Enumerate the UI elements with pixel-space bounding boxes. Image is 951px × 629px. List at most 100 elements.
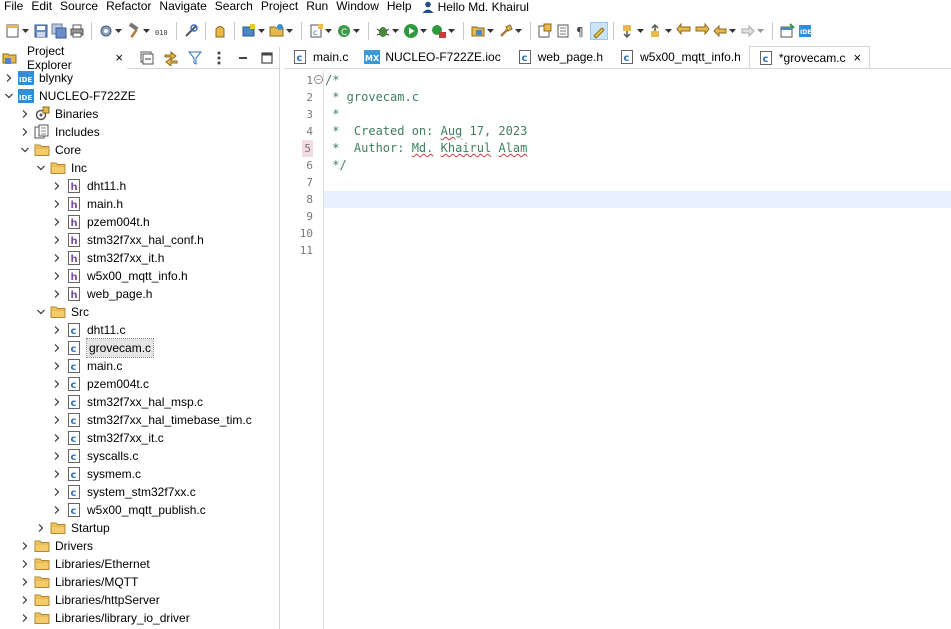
forward-edit-location-icon[interactable]: [694, 22, 710, 39]
menu-file[interactable]: File: [0, 0, 27, 13]
build-config-dropdown-icon[interactable]: [115, 23, 122, 39]
debug-icon[interactable]: [375, 23, 391, 39]
chevron-right-icon[interactable]: [20, 577, 30, 587]
open-perspective-icon[interactable]: [779, 22, 795, 39]
menu-refactor[interactable]: Refactor: [102, 0, 155, 13]
editor-tab[interactable]: c *grovecam.c ×: [748, 46, 871, 68]
new-project-dropdown-icon[interactable]: [258, 23, 265, 39]
external-tools-icon[interactable]: [431, 23, 447, 39]
chevron-right-icon[interactable]: [4, 73, 14, 83]
close-icon[interactable]: ×: [115, 50, 123, 65]
menu-navigate[interactable]: Navigate: [155, 0, 210, 13]
minimize-icon[interactable]: [235, 50, 251, 66]
last-edit-location-icon[interactable]: [676, 22, 692, 39]
editor-tab[interactable]: c web_page.h: [509, 46, 611, 68]
device-config-icon[interactable]: [212, 23, 228, 39]
view-menu-icon[interactable]: [211, 50, 227, 66]
search-tool-dropdown-icon[interactable]: [515, 23, 522, 39]
new-dropdown-icon[interactable]: [22, 23, 29, 39]
code-line[interactable]: * Author: Md. Khairul Alam: [325, 140, 951, 157]
print-icon[interactable]: [69, 23, 85, 39]
menu-search[interactable]: Search: [211, 0, 257, 13]
chevron-down-icon[interactable]: [36, 307, 46, 317]
chevron-right-icon[interactable]: [52, 217, 62, 227]
new-class-dropdown-icon[interactable]: [353, 23, 360, 39]
tree-item[interactable]: h web_page.h: [0, 285, 279, 303]
code-line[interactable]: */: [325, 157, 951, 174]
toggle-mark-icon[interactable]: [537, 23, 553, 39]
tree-item[interactable]: h main.h: [0, 195, 279, 213]
chevron-down-icon[interactable]: [4, 91, 14, 101]
new-project-icon[interactable]: [241, 23, 257, 39]
tree-item[interactable]: c system_stm32f7xx.c: [0, 483, 279, 501]
menu-window[interactable]: Window: [332, 0, 383, 13]
tree-item[interactable]: c stm32f7xx_hal_msp.c: [0, 393, 279, 411]
tree-item[interactable]: c pzem004t.c: [0, 375, 279, 393]
tree-item[interactable]: c main.c: [0, 357, 279, 375]
maximize-icon[interactable]: [259, 50, 275, 66]
code-line[interactable]: *: [325, 106, 951, 123]
link-with-editor-icon[interactable]: [163, 50, 179, 66]
editor-tab[interactable]: MX NUCLEO-F722ZE.ioc: [356, 46, 508, 68]
code-line[interactable]: [325, 174, 951, 191]
tree-item[interactable]: h stm32f7xx_it.h: [0, 249, 279, 267]
open-folder-dropdown-icon[interactable]: [286, 23, 293, 39]
tree-item[interactable]: c stm32f7xx_it.c: [0, 429, 279, 447]
editor-tab[interactable]: c main.c: [284, 46, 356, 68]
tree-item[interactable]: Binaries: [0, 105, 279, 123]
chevron-right-icon[interactable]: [20, 541, 30, 551]
show-whitespace-icon[interactable]: ¶: [573, 23, 589, 39]
open-type-icon[interactable]: [470, 23, 486, 39]
close-icon[interactable]: ×: [854, 50, 862, 65]
chevron-right-icon[interactable]: [52, 325, 62, 335]
code-line[interactable]: [324, 191, 951, 208]
tree-item[interactable]: h stm32f7xx_hal_conf.h: [0, 231, 279, 249]
chevron-right-icon[interactable]: [52, 415, 62, 425]
tree-item[interactable]: Libraries/httpServer: [0, 591, 279, 609]
code-line[interactable]: * grovecam.c: [325, 89, 951, 106]
code-text-area[interactable]: /* * grovecam.c * * Created on: Aug 17, …: [324, 70, 951, 629]
project-explorer-tab[interactable]: Project Explorer ×: [0, 44, 127, 72]
next-annotation-icon[interactable]: [620, 23, 636, 39]
tree-item[interactable]: c w5x00_mqtt_publish.c: [0, 501, 279, 519]
open-type-dropdown-icon[interactable]: [487, 23, 494, 39]
block-selection-icon[interactable]: [555, 23, 571, 39]
tree-item[interactable]: Startup: [0, 519, 279, 537]
save-icon[interactable]: [33, 23, 49, 39]
tree-item[interactable]: h pzem004t.h: [0, 213, 279, 231]
tree-item[interactable]: h dht11.h: [0, 177, 279, 195]
chevron-right-icon[interactable]: [52, 451, 62, 461]
chevron-right-icon[interactable]: [20, 109, 30, 119]
tree-item[interactable]: IDE blynky: [0, 69, 279, 87]
tree-item[interactable]: IDE NUCLEO-F722ZE: [0, 87, 279, 105]
forward-dropdown-icon[interactable]: [757, 23, 764, 39]
new-icon[interactable]: [5, 23, 21, 39]
search-tool-icon[interactable]: [498, 23, 514, 39]
new-c-file-icon[interactable]: c: [308, 23, 324, 39]
tree-item[interactable]: c sysmem.c: [0, 465, 279, 483]
chevron-right-icon[interactable]: [52, 235, 62, 245]
chevron-right-icon[interactable]: [52, 181, 62, 191]
chevron-right-icon[interactable]: [52, 505, 62, 515]
tree-item[interactable]: h w5x00_mqtt_info.h: [0, 267, 279, 285]
highlight-icon[interactable]: [590, 21, 608, 40]
tree-item[interactable]: Src: [0, 303, 279, 321]
back-dropdown-icon[interactable]: [729, 23, 736, 39]
tree-item[interactable]: Includes: [0, 123, 279, 141]
menu-project[interactable]: Project: [257, 0, 302, 13]
chevron-right-icon[interactable]: [52, 469, 62, 479]
chevron-right-icon[interactable]: [52, 397, 62, 407]
save-all-icon[interactable]: [51, 23, 67, 39]
tree-item[interactable]: Libraries/library_io_driver: [0, 609, 279, 627]
build-config-icon[interactable]: [98, 23, 114, 39]
chevron-right-icon[interactable]: [20, 595, 30, 605]
menu-run[interactable]: Run: [302, 0, 332, 13]
debug-settings-icon[interactable]: [183, 23, 199, 39]
chevron-right-icon[interactable]: [52, 289, 62, 299]
debug-dropdown-icon[interactable]: [392, 23, 399, 39]
chevron-right-icon[interactable]: [20, 127, 30, 137]
code-line[interactable]: [325, 242, 951, 259]
tree-item[interactable]: Inc: [0, 159, 279, 177]
tree-item[interactable]: c syscalls.c: [0, 447, 279, 465]
back-icon[interactable]: [712, 23, 728, 39]
